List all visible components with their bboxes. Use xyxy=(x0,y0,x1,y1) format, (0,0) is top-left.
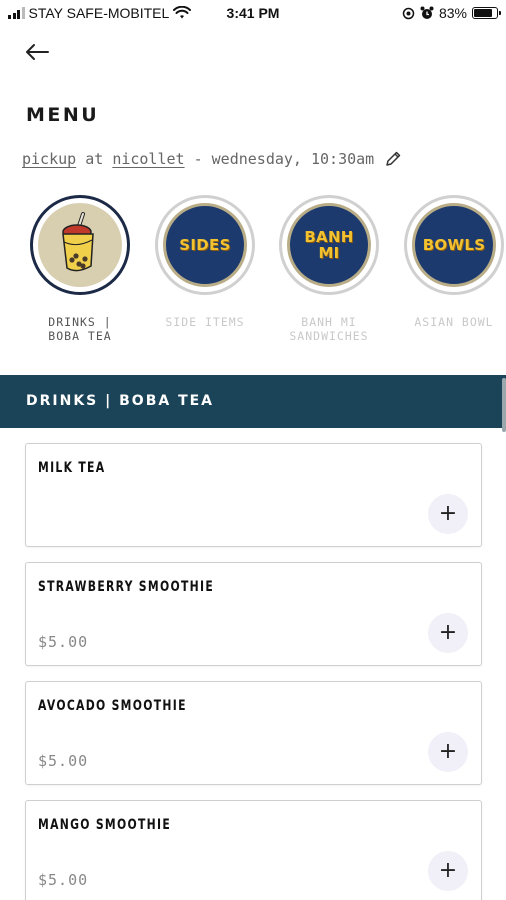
item-name: AVOCADO SMOOTHIE xyxy=(38,698,187,714)
category-circle: SIDES xyxy=(155,195,255,295)
menu-item[interactable]: STRAWBERRY SMOOTHIE $5.00 + xyxy=(25,562,482,666)
pickup-at-text: at xyxy=(85,150,104,168)
add-item-button[interactable]: + xyxy=(428,732,468,772)
battery-icon xyxy=(472,7,501,19)
category-label: DRINKS | BOBA TEA xyxy=(48,315,112,343)
pickup-info: pickup at nicollet - wednesday, 10:30am xyxy=(22,150,402,168)
category-label: SIDE ITEMS xyxy=(165,315,245,329)
pickup-separator: - xyxy=(193,150,203,168)
location-icon xyxy=(402,7,415,19)
add-item-button[interactable]: + xyxy=(428,613,468,653)
category-image: SIDES xyxy=(163,203,247,287)
category-image xyxy=(38,203,122,287)
category-image: BOWLS xyxy=(412,203,496,287)
pickup-mode-link[interactable]: pickup xyxy=(22,150,76,168)
item-price: $5.00 xyxy=(38,633,89,651)
alarm-icon xyxy=(420,6,434,19)
pencil-icon[interactable] xyxy=(384,150,402,168)
back-button[interactable] xyxy=(22,38,54,66)
status-right: 83% xyxy=(402,5,501,21)
section-title: DRINKS | BOBA TEA xyxy=(26,393,215,409)
pickup-location-link[interactable]: nicollet xyxy=(112,150,184,168)
item-name: MANGO SMOOTHIE xyxy=(38,817,172,833)
item-price: $5.00 xyxy=(38,752,89,770)
category-badge: SIDES xyxy=(179,236,231,254)
section-header: DRINKS | BOBA TEA xyxy=(0,375,506,428)
category-circle: BANH MI xyxy=(279,195,379,295)
item-name: STRAWBERRY SMOOTHIE xyxy=(38,579,215,595)
pickup-time-text: wednesday, 10:30am xyxy=(211,150,375,168)
add-item-button[interactable]: + xyxy=(428,494,468,534)
page-title: MENU xyxy=(26,104,100,126)
menu-item[interactable]: MANGO SMOOTHIE $5.00 + xyxy=(25,800,482,900)
category-label: ASIAN BOWL xyxy=(414,315,494,329)
category-circle: BOWLS xyxy=(404,195,504,295)
scrollbar[interactable] xyxy=(502,378,506,432)
menu-item-list: MILK TEA + STRAWBERRY SMOOTHIE $5.00 + A… xyxy=(25,443,482,900)
status-bar: STAY SAFE-MOBITEL 3:41 PM 83% xyxy=(0,0,506,28)
category-circle xyxy=(30,195,130,295)
arrow-left-icon xyxy=(26,44,49,60)
boba-tea-icon xyxy=(62,212,94,272)
add-item-button[interactable]: + xyxy=(428,851,468,891)
item-price: $5.00 xyxy=(38,871,89,889)
item-name: MILK TEA xyxy=(38,460,106,476)
category-image: BANH MI xyxy=(287,203,371,287)
battery-percent: 83% xyxy=(438,5,467,21)
category-side-items[interactable]: SIDES SIDE ITEMS xyxy=(150,195,260,329)
category-badge: BANH MI xyxy=(304,228,354,262)
category-carousel[interactable]: DRINKS | BOBA TEA SIDES SIDE ITEMS BANH … xyxy=(0,195,506,355)
menu-item[interactable]: AVOCADO SMOOTHIE $5.00 + xyxy=(25,681,482,785)
category-banh-mi-sandwiches[interactable]: BANH MI BANH MI SANDWICHES xyxy=(274,195,384,343)
category-asian-bowl[interactable]: BOWLS ASIAN BOWL xyxy=(399,195,506,329)
category-drinks-boba-tea[interactable]: DRINKS | BOBA TEA xyxy=(25,195,135,343)
battery-level xyxy=(474,9,493,17)
category-badge: BOWLS xyxy=(422,236,486,254)
category-label: BANH MI SANDWICHES xyxy=(289,315,369,343)
menu-item[interactable]: MILK TEA + xyxy=(25,443,482,547)
